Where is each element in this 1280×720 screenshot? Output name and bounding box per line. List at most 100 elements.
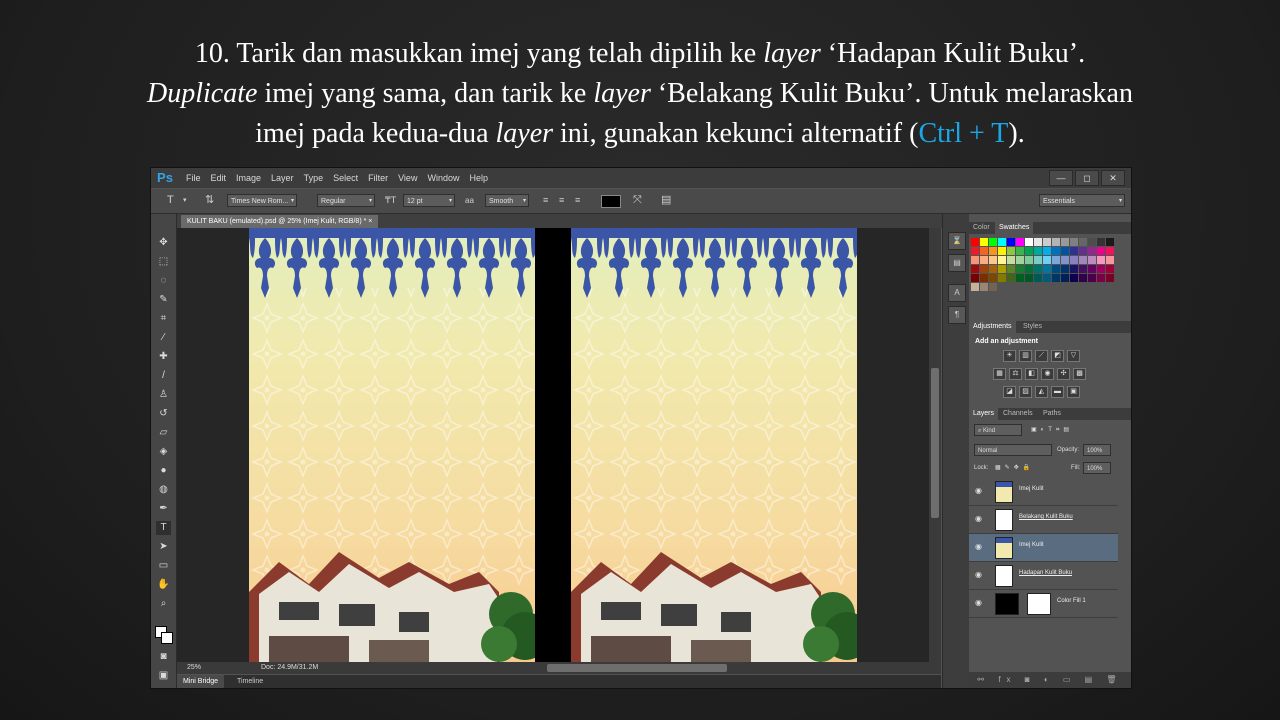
- swatch[interactable]: [1061, 274, 1069, 282]
- swatch[interactable]: [989, 247, 997, 255]
- layer-row[interactable]: ◉ Belakang Kulit Buku: [969, 506, 1118, 534]
- swatch[interactable]: [1070, 238, 1078, 246]
- swatch[interactable]: [989, 265, 997, 273]
- hue-saturation-icon[interactable]: ▦: [993, 368, 1006, 380]
- swatch[interactable]: [1034, 238, 1042, 246]
- marquee-tool-icon[interactable]: ⬚: [156, 255, 171, 269]
- swatch[interactable]: [1106, 238, 1114, 246]
- warp-text-icon[interactable]: ⤧: [633, 193, 642, 208]
- history-panel-icon[interactable]: ⌛: [948, 232, 966, 250]
- swatch[interactable]: [1088, 274, 1096, 282]
- swatch[interactable]: [1016, 265, 1024, 273]
- tab-color[interactable]: Color: [969, 222, 994, 234]
- swatch[interactable]: [1043, 238, 1051, 246]
- swatch[interactable]: [971, 256, 979, 264]
- menu-filter[interactable]: Filter: [368, 173, 388, 183]
- paint-bucket-tool-icon[interactable]: ◈: [156, 445, 171, 459]
- properties-panel-icon[interactable]: ▤: [948, 254, 966, 272]
- quick-mask-icon[interactable]: ◙: [156, 650, 171, 664]
- swatch[interactable]: [1097, 238, 1105, 246]
- swatch[interactable]: [1043, 265, 1051, 273]
- levels-icon[interactable]: ▥: [1019, 350, 1032, 362]
- swatch[interactable]: [1007, 247, 1015, 255]
- swatch[interactable]: [1025, 274, 1033, 282]
- antialias-select[interactable]: Smooth ▾: [485, 194, 529, 207]
- swatch[interactable]: [1052, 238, 1060, 246]
- swatch[interactable]: [998, 247, 1006, 255]
- swatch[interactable]: [1034, 274, 1042, 282]
- black-white-icon[interactable]: ◧: [1025, 368, 1038, 380]
- swatch[interactable]: [1043, 256, 1051, 264]
- swatch[interactable]: [1007, 265, 1015, 273]
- gradient-map-icon[interactable]: ▬: [1051, 386, 1064, 398]
- swatch[interactable]: [1079, 274, 1087, 282]
- tab-styles[interactable]: Styles: [1019, 321, 1046, 333]
- font-size-select[interactable]: 12 pt ▾: [403, 194, 455, 207]
- selective-color-icon[interactable]: ▣: [1067, 386, 1080, 398]
- swatch[interactable]: [1052, 265, 1060, 273]
- swatch[interactable]: [998, 256, 1006, 264]
- swatch[interactable]: [1043, 247, 1051, 255]
- blend-mode-select[interactable]: Normal: [974, 444, 1052, 456]
- blur-tool-icon[interactable]: ●: [156, 464, 171, 478]
- lock-icons[interactable]: ▦✎✥🔒: [995, 462, 1034, 474]
- align-left-icon[interactable]: ≡: [543, 193, 548, 208]
- swatch[interactable]: [1016, 247, 1024, 255]
- character-panel-icon[interactable]: ▤: [661, 193, 671, 208]
- swatch[interactable]: [998, 265, 1006, 273]
- swatch[interactable]: [1088, 238, 1096, 246]
- eraser-tool-icon[interactable]: ▱: [156, 426, 171, 440]
- tab-swatches[interactable]: Swatches: [995, 222, 1034, 234]
- dodge-tool-icon[interactable]: ◍: [156, 483, 171, 497]
- hand-tool-icon[interactable]: ✋: [156, 578, 171, 592]
- swatch[interactable]: [1016, 274, 1024, 282]
- swatch[interactable]: [1043, 274, 1051, 282]
- menu-help[interactable]: Help: [469, 173, 488, 183]
- swatch[interactable]: [980, 274, 988, 282]
- menu-select[interactable]: Select: [333, 173, 358, 183]
- swatch[interactable]: [998, 238, 1006, 246]
- swatch[interactable]: [1025, 247, 1033, 255]
- horizontal-scroll-thumb[interactable]: [547, 664, 727, 672]
- font-family-select[interactable]: Times New Rom... ▾: [227, 194, 297, 207]
- type-tool-icon[interactable]: T: [167, 193, 174, 208]
- swatch[interactable]: [971, 274, 979, 282]
- history-brush-tool-icon[interactable]: ↺: [156, 407, 171, 421]
- align-right-icon[interactable]: ≡: [575, 193, 580, 208]
- paragraph-panel-icon[interactable]: ¶: [948, 306, 966, 324]
- swatch[interactable]: [1052, 274, 1060, 282]
- menu-view[interactable]: View: [398, 173, 417, 183]
- swatch[interactable]: [1052, 256, 1060, 264]
- swatch[interactable]: [1016, 256, 1024, 264]
- zoom-level[interactable]: 25%: [187, 662, 201, 674]
- swatch[interactable]: [1034, 247, 1042, 255]
- text-orientation-icon[interactable]: ⇅: [205, 193, 214, 208]
- swatch[interactable]: [971, 238, 979, 246]
- swatch[interactable]: [1052, 247, 1060, 255]
- layer-row[interactable]: ◉ Imej Kulit: [969, 478, 1118, 506]
- swatch[interactable]: [1097, 274, 1105, 282]
- opacity-input[interactable]: 100%: [1083, 444, 1111, 456]
- menu-image[interactable]: Image: [236, 173, 261, 183]
- swatch[interactable]: [1061, 238, 1069, 246]
- font-style-select[interactable]: Regular ▾: [317, 194, 375, 207]
- swatch[interactable]: [1061, 265, 1069, 273]
- character-panel-icon[interactable]: A: [948, 284, 966, 302]
- swatch[interactable]: [980, 283, 988, 291]
- canvas-area[interactable]: [177, 228, 929, 662]
- layers-footer-icons[interactable]: ⚯ fx ◙ ◐ ▭ ▤ 🗑: [969, 672, 1131, 688]
- swatch[interactable]: [1070, 265, 1078, 273]
- swatch[interactable]: [1034, 256, 1042, 264]
- swatch[interactable]: [989, 238, 997, 246]
- visibility-eye-icon[interactable]: ◉: [975, 514, 982, 523]
- swatch[interactable]: [980, 238, 988, 246]
- swatch[interactable]: [980, 265, 988, 273]
- menu-layer[interactable]: Layer: [271, 173, 294, 183]
- menu-window[interactable]: Window: [427, 173, 459, 183]
- swatch[interactable]: [1097, 247, 1105, 255]
- tab-mini-bridge[interactable]: Mini Bridge: [177, 675, 225, 688]
- fill-input[interactable]: 100%: [1083, 462, 1111, 474]
- tab-adjustments[interactable]: Adjustments: [969, 321, 1016, 333]
- layer-row-selected[interactable]: ◉ Imej Kulit: [969, 534, 1118, 562]
- tool-preset-arrow-icon[interactable]: ▾: [183, 193, 187, 208]
